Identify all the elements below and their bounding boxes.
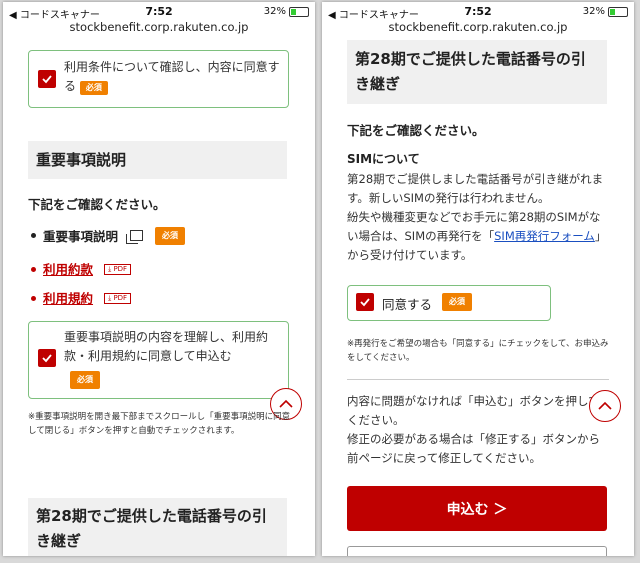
confirm-prompt: 下記をご確認ください。	[28, 197, 166, 212]
battery-fill	[610, 8, 615, 15]
battery-icon	[608, 6, 628, 17]
confirm-text-block: 内容に問題がなければ「申込む」ボタンを押してください。 修正の必要がある場合は「…	[347, 392, 609, 468]
bullet-dot	[31, 296, 36, 301]
understand-agree-box[interactable]: 重要事項説明の内容を理解し、利用約款・利用規約に同意して申込む 必須	[28, 321, 289, 399]
important-link[interactable]: 重要事項説明	[43, 226, 118, 245]
sim-text-1: 第28期でご提供しました電話番号が引き継がれます。新しいSIMの発行は行われませ…	[347, 172, 604, 205]
checkmark-icon	[360, 298, 370, 307]
pdf-label: PDF	[113, 293, 128, 302]
number-transfer-heading: 第28期でご提供した電話番号の引き継ぎ	[28, 498, 287, 556]
auto-check-note: ※重要事項説明を開き最下部までスクロールし「重要事項説明に同意して閉じる」ボタン…	[28, 412, 291, 436]
sim-title: SIMについて	[347, 152, 420, 166]
required-badge: 必須	[442, 293, 472, 311]
page-content: 第28期でご提供した電話番号の引き継ぎ 下記をご確認ください。 SIMについて …	[322, 38, 634, 556]
chevron-up-icon	[279, 399, 293, 408]
battery-percent: 32%	[263, 6, 286, 17]
battery-indicator: 32%	[264, 6, 309, 17]
bullet-terms-rules[interactable]: 利用規約 ⤓ PDF	[43, 288, 132, 307]
battery-indicator: 32%	[583, 6, 628, 17]
battery-percent: 32%	[582, 6, 605, 17]
understand-agree-text: 重要事項説明の内容を理解し、利用約款・利用規約に同意して申込む	[64, 330, 269, 363]
apply-button[interactable]: 申込む ＞	[347, 486, 607, 531]
pdf-badge: ⤓ PDF	[104, 292, 132, 305]
right-phone-screen: ◀ コードスキャナー 7:52 32% stockbenefit.corp.ra…	[322, 2, 634, 556]
required-badge: 必須	[155, 226, 186, 245]
number-transfer-heading: 第28期でご提供した電話番号の引き継ぎ	[347, 40, 607, 104]
terms-agree-box[interactable]: 利用条件について確認し、内容に同意する 必須	[28, 50, 289, 108]
chevron-up-icon	[598, 401, 612, 410]
bullet-important-item[interactable]: 重要事項説明 必須	[43, 226, 186, 245]
bullet-dot	[31, 267, 36, 272]
sim-agree-checkbox[interactable]	[356, 293, 374, 311]
checkmark-icon	[42, 75, 52, 84]
bullet-dot	[31, 233, 36, 238]
terms-use-link[interactable]: 利用約款	[43, 262, 93, 277]
modify-button[interactable]	[347, 546, 607, 556]
checkmark-icon	[42, 354, 52, 363]
battery-fill	[291, 8, 296, 15]
address-bar[interactable]: stockbenefit.corp.rakuten.co.jp	[322, 20, 634, 34]
required-badge: 必須	[79, 81, 108, 95]
battery-icon	[289, 6, 309, 17]
agree-label: 同意する	[382, 297, 433, 312]
required-badge: 必須	[70, 371, 100, 389]
terms-agree-checkbox[interactable]	[38, 70, 56, 88]
divider	[347, 379, 609, 380]
terms-agree-label: 利用条件について確認し、内容に同意する 必須	[64, 58, 282, 96]
terms-rules-link[interactable]: 利用規約	[43, 291, 93, 306]
sim-text-2: 紛失や機種変更などでお手元に第28期のSIMがない場合は、SIMの再発行を「SI…	[347, 208, 609, 265]
confirm-text-2: 修正の必要がある場合は「修正する」ボタンから前ページに戻って修正してください。	[347, 432, 600, 465]
pdf-label: PDF	[113, 264, 128, 273]
pdf-badge: ⤓ PDF	[104, 263, 132, 276]
status-bar: ◀ コードスキャナー 7:52 32%	[3, 2, 315, 22]
confirm-prompt: 下記をご確認ください。	[347, 123, 485, 138]
confirm-text-1: 内容に問題がなければ「申込む」ボタンを押してください。	[347, 394, 600, 427]
left-phone-screen: ◀ コードスキャナー 7:52 32% stockbenefit.corp.ra…	[3, 2, 315, 556]
understand-agree-checkbox[interactable]	[38, 349, 56, 367]
reissue-note: ※再発行をご希望の場合も「同意する」にチェックをして、お申込みをしてください。	[347, 339, 609, 363]
sim-text-block: 第28期でご提供しました電話番号が引き継がれます。新しいSIMの発行は行われませ…	[347, 170, 609, 265]
page-content: 利用条件について確認し、内容に同意する 必須 重要事項説明 下記をご確認ください…	[3, 38, 315, 556]
sim-agree-box[interactable]: 同意する 必須	[347, 285, 551, 321]
important-heading: 重要事項説明	[28, 141, 287, 179]
status-bar: ◀ コードスキャナー 7:52 32%	[322, 2, 634, 22]
address-bar[interactable]: stockbenefit.corp.rakuten.co.jp	[3, 20, 315, 34]
external-window-icon	[126, 230, 144, 244]
scroll-to-top-button[interactable]	[589, 390, 621, 422]
sim-reissue-form-link[interactable]: SIM再発行フォーム	[494, 229, 595, 243]
bullet-terms-use[interactable]: 利用約款 ⤓ PDF	[43, 259, 132, 278]
